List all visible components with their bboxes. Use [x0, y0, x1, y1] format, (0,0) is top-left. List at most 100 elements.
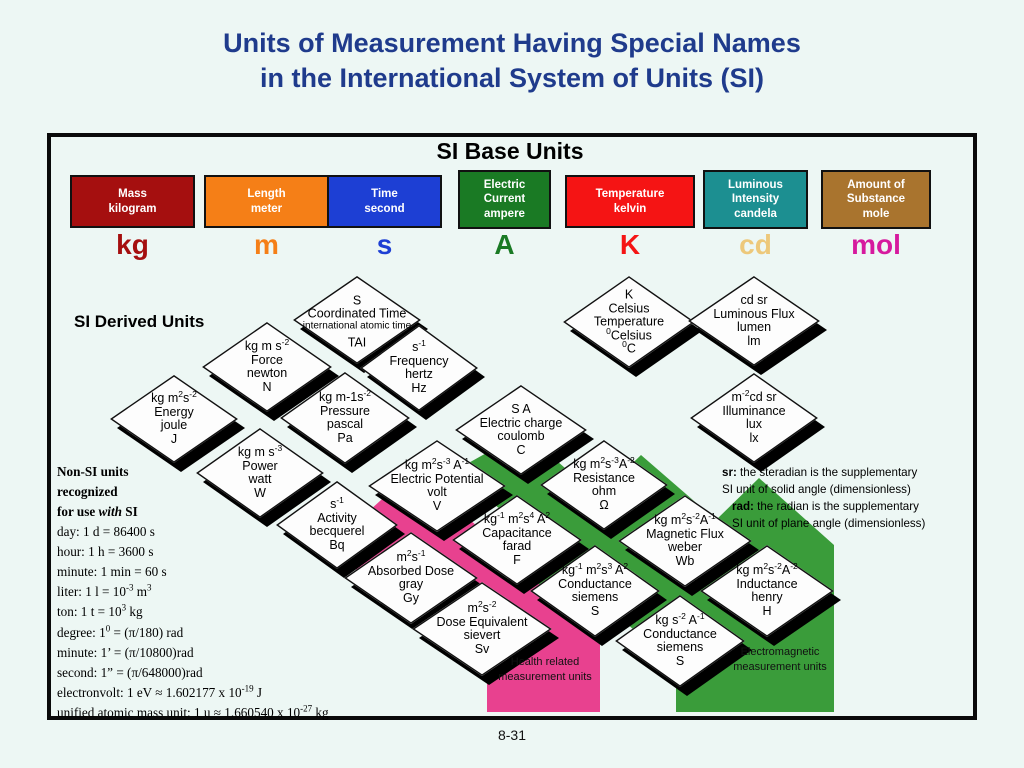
symbol: Pa [337, 430, 353, 445]
non-si-item-degree: degree: 10 = (π/180) rad [57, 623, 184, 640]
non-si-item-hour: hour: 1 h = 3600 s [57, 544, 154, 560]
rad-note-line2: SI unit of plane angle (dimensionless) [732, 517, 926, 531]
base-unit-name: mole [862, 207, 890, 220]
non-si-item-liter: liter: 1 l = 10-3 m3 [57, 582, 152, 600]
slide-number: 8-31 [497, 727, 527, 743]
derived-units-heading: SI Derived Units [74, 312, 205, 331]
base-unit-symbol-A: A [494, 229, 515, 260]
unit: siemens [656, 640, 704, 654]
slide-canvas: Units of Measurement Having Special Name… [0, 0, 1024, 768]
health-label-line1: Health related [510, 656, 580, 668]
quantity: Coordinated Time [307, 306, 407, 321]
non-si-item-day: day: 1 d = 86400 s [57, 524, 155, 540]
non-si-heading-line1: Non-SI units [57, 464, 129, 479]
dimension: cd sr [740, 293, 768, 307]
electromagnetic-label-line1: Electromagnetic [740, 646, 820, 658]
non-si-item-arcminute: minute: 1’ = (π/10800)rad [57, 644, 194, 660]
unit: lux [746, 417, 762, 431]
derived-unit-lumen[interactable]: cd sr Luminous Flux lumen lm [688, 276, 827, 375]
unit: lumen [736, 320, 772, 334]
rad-note-line1: rad: the radian is the supplementary [722, 498, 972, 515]
base-units-heading: SI Base Units [436, 138, 584, 164]
diamond-label: kg m2s-2A-2 Inductance henry H [736, 560, 798, 618]
base-unit-box-temperature[interactable]: Temperature kelvin [565, 175, 695, 228]
quantity: Force [251, 352, 283, 367]
rad-text: the radian is the supplementary [753, 500, 919, 514]
diamond-label: K Celsius Temperature 0Celsius 0C [594, 288, 664, 356]
symbol: Sv [474, 641, 490, 656]
base-unit-box-mass[interactable]: Mass kilogram [70, 175, 195, 228]
non-si-heading-si: SI [121, 504, 138, 520]
unit: pascal [326, 417, 364, 431]
dimension: K [624, 287, 634, 302]
base-unit-quantity-line1: Electric [483, 179, 526, 192]
quantity: Dose Equivalent [436, 614, 528, 629]
quantity: Electric Potential [390, 471, 484, 486]
health-label-line2: measurement units [498, 670, 592, 683]
sr-note-line1: sr: the steradian is the supplementary [722, 464, 972, 481]
base-unit-box-length[interactable]: Length meter [204, 175, 329, 228]
quantity-line2: Temperature [593, 314, 665, 329]
base-unit-quantity: Temperature [595, 188, 665, 201]
quantity: Pressure [319, 403, 371, 418]
base-unit-name: second [364, 202, 405, 215]
rad-label: rad: [732, 500, 754, 514]
base-unit-symbol-K: K [619, 229, 641, 260]
supplementary-units-note: sr: the steradian is the supplementary S… [722, 464, 972, 533]
base-unit-quantity-line1: Amount of [847, 179, 905, 192]
quantity: Frequency [389, 353, 449, 368]
dimension: kg m2s-3A-2 [573, 454, 635, 471]
dimension: s-1 [412, 337, 426, 354]
dimension: kg m2s-2A-1 [654, 510, 716, 527]
dimension: kg m2s-2A-2 [736, 560, 798, 577]
dimension: kg-1 m2s4 A2 [483, 509, 551, 526]
base-unit-name: kilogram [108, 202, 157, 215]
non-si-item-minute: minute: 1 min = 60 s [57, 564, 167, 580]
electromagnetic-region-label: Electromagnetic measurement units [715, 645, 845, 675]
symbol: J [170, 431, 178, 446]
base-unit-symbol-m: m [254, 229, 279, 260]
non-si-heading-line2: recognized [57, 484, 118, 500]
base-unit-box-luminous-intensity[interactable]: Luminous Intensity candela [703, 170, 808, 229]
base-unit-name: ampere [484, 207, 525, 220]
non-si-item-electronvolt: electronvolt: 1 eV ≈ 1.602177 x 10-19 J [57, 683, 263, 700]
quantity: Inductance [736, 576, 798, 591]
page-title: Units of Measurement Having Special Name… [0, 26, 1024, 95]
dimension: m2s-2 [467, 598, 497, 615]
dimension: kg m s-2 [244, 336, 290, 353]
dimension: kg m s-3 [237, 442, 283, 459]
base-unit-symbol-s: s [376, 229, 393, 260]
diamond-label: kg m-1s-2 Pressure pascal Pa [318, 387, 372, 445]
health-region-label: Health related measurement units [485, 655, 605, 685]
base-unit-quantity-line2: Current [483, 193, 526, 206]
sr-note-line2: SI unit of solid angle (dimensionless) [722, 483, 911, 497]
sr-text: the steradian is the supplementary [736, 466, 918, 479]
base-unit-name: meter [250, 202, 283, 215]
non-si-units-block: Non-SI units recognized for use with SI … [57, 462, 387, 723]
base-unit-symbol-kg: kg [116, 229, 149, 260]
dimension: m-2cd sr [731, 387, 777, 404]
non-si-item-amu: unified atomic mass unit: 1 u ≈ 1.660540… [57, 703, 329, 720]
base-unit-box-electric-current[interactable]: Electric Current ampere [458, 170, 551, 229]
dimension: kg m-1s-2 [318, 387, 372, 404]
dimension: kg m2s-3 A-1 [404, 455, 470, 472]
derived-unit-lux[interactable]: m-2cd sr Illuminance lux lx [690, 373, 825, 472]
quantity: Luminous Flux [713, 306, 795, 321]
base-unit-box-amount-of-substance[interactable]: Amount of Substance mole [821, 170, 931, 229]
diamond-label: kg s-2 A-1 Conductance siemens S [643, 612, 717, 668]
derived-unit-celsius[interactable]: K Celsius Temperature 0Celsius 0C [563, 276, 702, 377]
quantity: Electric charge [479, 415, 563, 430]
base-unit-symbol-mol: mol [851, 229, 901, 260]
unit: henry [751, 590, 783, 604]
symbol: H [762, 603, 772, 618]
non-si-heading-for-use: for use [57, 504, 99, 520]
non-si-item-ton: ton: 1 t = 103 kg [57, 603, 143, 620]
diamond-label: m-2cd sr Illuminance lux lx [722, 387, 786, 445]
quantity: Illuminance [722, 403, 786, 418]
title-line-1: Units of Measurement Having Special Name… [223, 28, 801, 58]
symbol: lx [749, 430, 759, 445]
title-line-2: in the International System of Units (SI… [259, 62, 765, 93]
base-unit-box-time[interactable]: Time second [327, 175, 442, 228]
base-unit-symbol-cd: cd [739, 229, 772, 260]
base-unit-quantity-line2: Substance [846, 193, 906, 206]
